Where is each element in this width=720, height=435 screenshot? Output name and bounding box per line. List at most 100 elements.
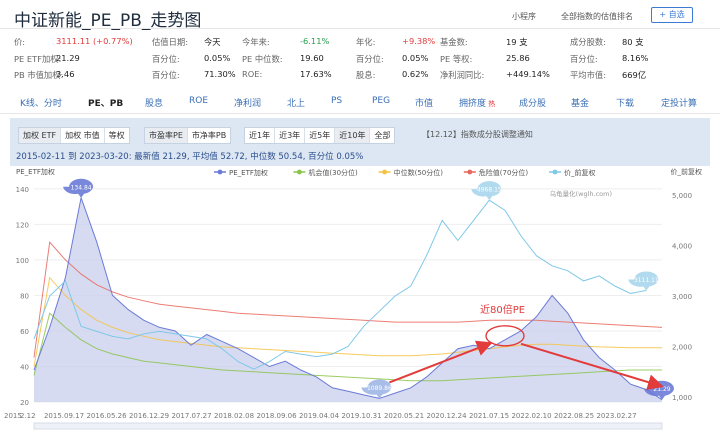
tab-item[interactable]: 下载 <box>616 96 634 109</box>
period-toggle-group: 近1年 近3年 近5年 近10年 全部 <box>244 127 396 144</box>
marker-label: 1089.86 <box>367 385 392 392</box>
tab-item[interactable]: K线、分时 <box>20 96 62 109</box>
toggle-option[interactable]: 近5年 <box>305 128 336 143</box>
stat-value: 21.29 <box>56 52 80 63</box>
summary-latest: 最新值 21.29, <box>134 152 190 162</box>
left-tick-label: 20 <box>20 399 29 407</box>
stat-label: 百分位: <box>152 70 180 80</box>
weight-toggle-group: 加权 ETF 加权 市值 等权 <box>18 127 130 144</box>
stat-label: 价: <box>14 37 26 47</box>
stat-label: 百分位: <box>356 53 384 64</box>
right-tick-label: 3,000 <box>672 293 692 301</box>
stat-value: +449.14% <box>506 69 550 79</box>
stats-row: PB 市值加权: 3.46 百分位: 71.30% ROE: 17.63% 股息: 0.62%… <box>14 69 714 86</box>
toggle-option[interactable]: 等权 <box>105 128 129 143</box>
toggle-option[interactable]: 近3年 <box>275 128 306 143</box>
stat-label: 百分位: <box>570 53 598 64</box>
tab-label: 北上 <box>287 99 306 109</box>
stat-value: 19.60 <box>300 52 324 63</box>
tab-label: 成分股 <box>519 99 547 109</box>
stat-value: 0.62% <box>402 69 429 79</box>
stat-label: PE ETF加权: <box>14 53 62 64</box>
adjustment-notice-link[interactable]: 【12.12】指数成分股调整通知 <box>422 129 533 140</box>
tab-item[interactable]: 定投计算 <box>661 96 697 109</box>
toggle-option[interactable]: 市净率PB <box>188 128 230 143</box>
stat-value: 19 支 <box>506 37 528 47</box>
toggle-option[interactable]: 加权 ETF <box>19 128 62 143</box>
controls-panel: 加权 ETF 加权 市值 等权 市盈率PE 市净率PB 近1年 近3年 近5年 近10年 全部… <box>10 118 710 166</box>
tab-label: 定投计算 <box>661 99 698 109</box>
mini-program-link[interactable]: 小程序 <box>512 11 536 22</box>
tab-item[interactable]: PE、PB <box>88 96 123 109</box>
x-tick-label: 2015.09.17 <box>44 412 84 420</box>
tab-item[interactable]: 基金 <box>571 96 589 109</box>
marker-label: 4968.15 <box>477 187 502 194</box>
stats-row: 价: 3111.11 (+0.77%) 估值日期: 今天 今年来: -6.11% 年化: +9… <box>14 36 714 53</box>
x-tick-label: 2016.05.26 <box>86 412 127 420</box>
tab-label: PEG <box>372 96 391 106</box>
tab-label: 基金 <box>571 99 590 109</box>
left-axis-title: PE_ETF加权 <box>16 167 55 176</box>
tab-label: 净利润 <box>234 99 262 109</box>
tab-label: ROE <box>189 96 209 106</box>
stat-label: 估值日期: <box>152 37 188 47</box>
pe-chart[interactable]: PE_ETF加权 价_前复权 PE_ETF加权 机会值(30分位) 中位数(50分位) 危… <box>0 166 720 432</box>
stat-value: 80 支 <box>622 37 644 47</box>
left-tick-label: 120 <box>16 221 29 229</box>
legend-dot <box>467 169 473 175</box>
tab-item[interactable]: ROE <box>189 96 208 106</box>
valuation-rank-link[interactable]: 全部指数的估值排名 <box>561 11 633 22</box>
right-tick-label: 2,000 <box>672 344 692 352</box>
toggle-option[interactable]: 加权 市值 <box>61 128 105 143</box>
stat-value: 17.63% <box>300 69 332 79</box>
tab-item[interactable]: 市值 <box>415 96 433 109</box>
stat-label: ROE: <box>242 69 263 79</box>
left-tick-label: 100 <box>16 257 29 265</box>
left-tick-label: 60 <box>20 328 29 336</box>
tab-label: 拥挤度 <box>459 99 487 109</box>
x-tick-label: 2017.07.27 <box>171 412 211 420</box>
ratio-toggle-group: 市盈率PE 市净率PB <box>144 127 232 144</box>
x-tick-label: 2019.10.31 <box>341 412 381 420</box>
x-tick-label: 2018.02.08 <box>214 412 254 420</box>
x-tick-label: 2019.04.04 <box>299 412 340 420</box>
stat-value: 3111.11 (+0.77%) <box>56 36 133 46</box>
summary-average: 平均值 52.72, <box>192 152 248 162</box>
add-favorite-button[interactable]: + 自选 <box>651 7 693 23</box>
tab-item[interactable]: 拥挤度 热 <box>459 96 495 109</box>
x-tick-label: 2016.12.29 <box>129 412 169 420</box>
tab-item[interactable]: 成分股 <box>519 96 546 109</box>
x-tick-label: 2020.05.21 <box>384 412 424 420</box>
tab-label: PS <box>331 96 343 106</box>
tab-label: PE、PB <box>88 99 124 109</box>
legend-dot <box>382 169 387 175</box>
legend-label: PE_ETF加权 <box>229 168 268 177</box>
hot-badge: 热 <box>486 100 496 108</box>
watermark-label: 乌龟量化(wglh.com) <box>550 189 612 198</box>
stat-value: 0.05% <box>204 52 231 63</box>
stat-value: 71.30% <box>204 69 236 79</box>
stat-label: PE 中位数: <box>242 53 283 64</box>
tab-item[interactable]: 北上 <box>287 96 305 109</box>
toggle-option[interactable]: 近1年 <box>245 128 276 143</box>
summary-range: 2015-02-11 到 2023-03-20: <box>16 152 132 162</box>
stat-label: 平均市值: <box>570 70 606 80</box>
annotation-label: 近80倍PE <box>480 303 525 316</box>
stat-label: 基金数: <box>440 37 468 47</box>
legend-dot <box>552 169 558 175</box>
x-tick-label: 2023.02.27 <box>596 412 636 420</box>
legend-dot <box>297 169 302 175</box>
tab-item[interactable]: PEG <box>372 96 390 106</box>
tab-item[interactable]: 股息 <box>145 96 163 109</box>
stat-value: 3.46 <box>56 69 75 79</box>
stat-value: 0.05% <box>402 52 429 63</box>
stat-label: 年化: <box>356 37 376 47</box>
tab-item[interactable]: PS <box>331 96 342 106</box>
tab-item[interactable]: 净利润 <box>234 96 261 109</box>
toggle-option[interactable]: 市盈率PE <box>145 128 188 143</box>
summary-line: 2015-02-11 到 2023-03-20: 最新值 21.29, 平均值 … <box>16 150 363 162</box>
toggle-option[interactable]: 近10年 <box>335 128 371 143</box>
toggle-option[interactable]: 全部 <box>370 128 394 143</box>
tab-label: 市值 <box>415 99 434 109</box>
stat-value: 669亿 <box>622 70 647 80</box>
